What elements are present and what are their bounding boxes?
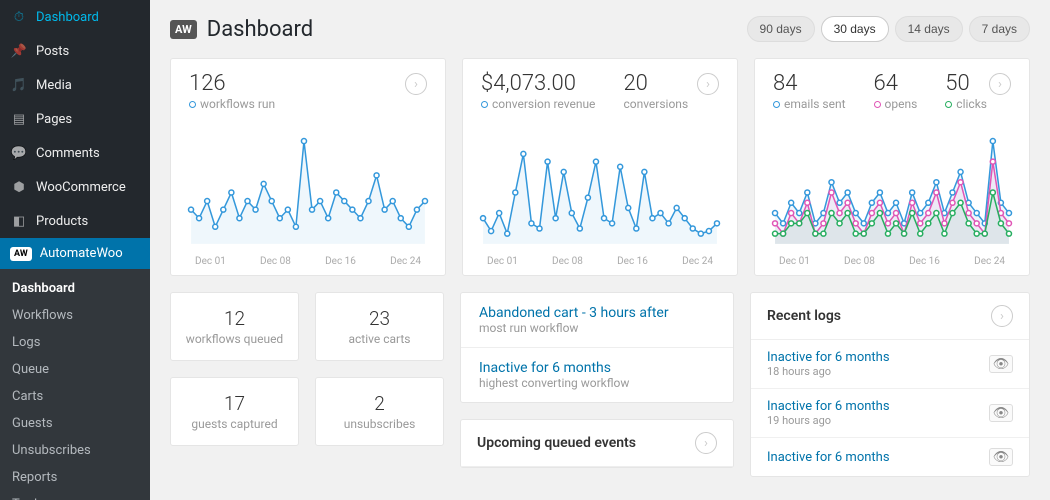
nav-pages[interactable]: ▤Pages [0, 102, 150, 136]
workflow-highlights-card: Abandoned cart - 3 hours after most run … [460, 292, 734, 403]
nav-dashboard[interactable]: ⏱Dashboard [0, 0, 150, 34]
emails-sent-label: emails sent [773, 97, 846, 111]
view-log-icon[interactable]: 👁 [989, 355, 1013, 373]
log-row[interactable]: Inactive for 6 months 19 hours ago 👁 [751, 389, 1029, 438]
emails-card: 84 emails sent 64 opens 50 clicks › [754, 58, 1030, 276]
nav-comments[interactable]: 💬Comments [0, 136, 150, 170]
subnav-guests[interactable]: Guests [0, 410, 150, 437]
guests-captured-card[interactable]: 17 guests captured [170, 377, 299, 446]
conversion-revenue-value: $4,073.00 [481, 73, 595, 95]
filter-90-days[interactable]: 90 days [747, 16, 815, 42]
view-all-logs[interactable]: › [991, 305, 1013, 327]
conversions-chart: Dec 01Dec 08Dec 16Dec 24 [463, 125, 737, 275]
main-content: AW Dashboard 90 days 30 days 14 days 7 d… [150, 0, 1050, 500]
nav-posts[interactable]: 📌Posts [0, 34, 150, 68]
emails-chart: Dec 01Dec 08Dec 16Dec 24 [755, 125, 1029, 275]
conversion-revenue-label: conversion revenue [481, 97, 595, 111]
highest-converting-workflow[interactable]: Inactive for 6 months highest converting… [461, 348, 733, 402]
aw-icon: AW [10, 247, 32, 261]
nav-products[interactable]: ◧Products [0, 204, 150, 238]
view-emails[interactable]: › [989, 73, 1011, 95]
upcoming-queued-card: Upcoming queued events › [460, 419, 734, 468]
subnav-queue[interactable]: Queue [0, 356, 150, 383]
recent-logs-title: Recent logs [767, 308, 841, 324]
date-range-filters: 90 days 30 days 14 days 7 days [747, 16, 1030, 42]
pin-icon: 📌 [10, 42, 28, 60]
subnav-unsubscribes[interactable]: Unsubscribes [0, 437, 150, 464]
view-log-icon[interactable]: 👁 [989, 448, 1013, 466]
automatewoo-submenu: Dashboard Workflows Logs Queue Carts Gue… [0, 269, 150, 500]
conversions-card: $4,073.00 conversion revenue 20 conversi… [462, 58, 738, 276]
view-conversions[interactable]: › [697, 73, 719, 95]
view-upcoming-queued[interactable]: › [695, 432, 717, 454]
workflows-run-value: 126 [189, 73, 275, 95]
subnav-carts[interactable]: Carts [0, 383, 150, 410]
conversions-value: 20 [623, 73, 688, 95]
filter-14-days[interactable]: 14 days [895, 16, 963, 42]
series-dot-icon [481, 101, 488, 108]
admin-sidebar: ⏱Dashboard 📌Posts 🎵Media ▤Pages 💬Comment… [0, 0, 150, 500]
page-title: Dashboard [207, 17, 313, 42]
subnav-logs[interactable]: Logs [0, 329, 150, 356]
view-log-icon[interactable]: 👁 [989, 404, 1013, 422]
upcoming-queued-title: Upcoming queued events [477, 435, 636, 451]
secondary-row: 12 workflows queued 23 active carts 17 g… [170, 292, 1030, 477]
workflows-queued-card[interactable]: 12 workflows queued [170, 292, 299, 361]
unsubscribes-card[interactable]: 2 unsubscribes [315, 377, 444, 446]
nav-woocommerce[interactable]: ⬢WooCommerce [0, 170, 150, 204]
nav-media[interactable]: 🎵Media [0, 68, 150, 102]
emails-sent-value: 84 [773, 73, 846, 95]
nav-automatewoo[interactable]: AWAutomateWoo [0, 238, 150, 269]
woo-icon: ⬢ [10, 178, 28, 196]
subnav-workflows[interactable]: Workflows [0, 302, 150, 329]
series-dot-icon [945, 101, 952, 108]
active-carts-card[interactable]: 23 active carts [315, 292, 444, 361]
page-header: AW Dashboard 90 days 30 days 14 days 7 d… [170, 16, 1030, 42]
comments-icon: 💬 [10, 144, 28, 162]
aw-logo: AW [170, 20, 197, 39]
subnav-dashboard[interactable]: Dashboard [0, 275, 150, 302]
pages-icon: ▤ [10, 110, 28, 128]
metric-charts-row: 126 workflows run › Dec 01Dec 08Dec 16De… [170, 58, 1030, 276]
clicks-label: clicks [945, 97, 987, 111]
log-row[interactable]: Inactive for 6 months 18 hours ago 👁 [751, 340, 1029, 389]
workflows-chart: Dec 01Dec 08Dec 16Dec 24 [171, 125, 445, 275]
view-workflows-run[interactable]: › [405, 73, 427, 95]
recent-logs-card: Recent logs › Inactive for 6 months 18 h… [750, 292, 1030, 477]
gauge-icon: ⏱ [10, 8, 28, 26]
conversions-label: conversions [623, 97, 688, 111]
products-icon: ◧ [10, 212, 28, 230]
most-run-workflow[interactable]: Abandoned cart - 3 hours after most run … [461, 293, 733, 348]
workflows-run-card: 126 workflows run › Dec 01Dec 08Dec 16De… [170, 58, 446, 276]
filter-7-days[interactable]: 7 days [969, 16, 1030, 42]
series-dot-icon [874, 101, 881, 108]
media-icon: 🎵 [10, 76, 28, 94]
clicks-value: 50 [945, 73, 987, 95]
opens-value: 64 [874, 73, 918, 95]
subnav-reports[interactable]: Reports [0, 464, 150, 491]
series-dot-icon [189, 101, 196, 108]
workflows-run-label: workflows run [189, 97, 275, 111]
filter-30-days[interactable]: 30 days [821, 16, 889, 42]
subnav-tools[interactable]: Tools [0, 491, 150, 500]
log-row[interactable]: Inactive for 6 months 👁 [751, 438, 1029, 476]
opens-label: opens [874, 97, 918, 111]
series-dot-icon [773, 101, 780, 108]
